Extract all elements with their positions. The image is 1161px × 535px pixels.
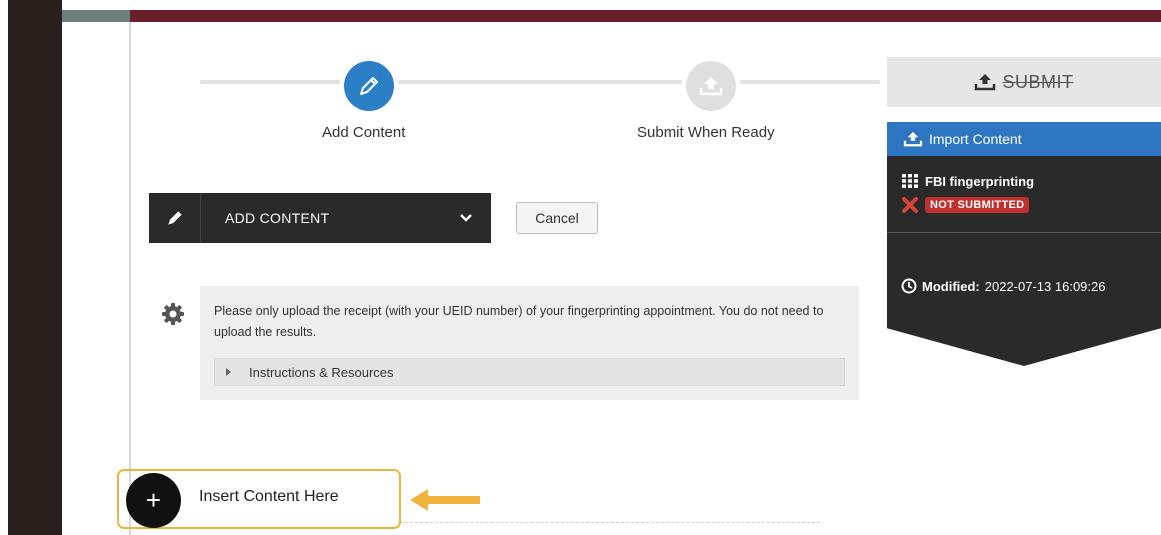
insert-content-button[interactable]: + [126,473,181,528]
cancel-button[interactable]: Cancel [516,202,598,234]
left-sidebar-strip [8,0,62,535]
add-content-label: ADD CONTENT [225,210,330,226]
requirement-status: NOT SUBMITTED [901,196,1030,214]
submit-button-label: SUBMIT [1002,71,1074,92]
upload-icon [975,74,996,91]
clock-icon [901,278,917,294]
step-label-add-content: Add Content [322,124,406,141]
import-content-label: Import Content [929,131,1022,147]
stepper-track-right [740,80,880,84]
upload-icon [903,131,923,147]
import-content-button[interactable]: Import Content [887,122,1161,156]
plus-icon: + [145,485,162,515]
instructions-resources-toggle[interactable]: Instructions & Resources [214,358,845,386]
instructions-resources-label: Instructions & Resources [249,364,394,380]
instructions-box: Please only upload the receipt (with you… [200,286,859,400]
sidebar-header-strip [62,10,130,22]
pencil-icon [167,211,182,225]
step-submit-when-ready[interactable] [686,61,736,111]
stepper-track-left [200,80,340,84]
caret-right-icon [226,368,231,376]
modified-timestamp: Modified: 2022-07-13 16:09:26 [901,278,1105,294]
submit-button[interactable]: SUBMIT [887,57,1161,107]
modified-value: 2022-07-13 16:09:26 [984,278,1106,294]
panel-divider [887,232,1161,233]
add-content-dropdown[interactable]: ADD CONTENT [149,193,491,243]
pencil-icon [360,77,378,95]
grid-icon [902,174,918,188]
arrow-left-icon [410,489,480,511]
insert-content-label[interactable]: Insert Content Here [199,488,339,506]
instructions-text: Please only upload the receipt (with you… [214,304,824,339]
stepper-track-middle [398,80,682,84]
content-divider [129,22,131,535]
status-badge: NOT SUBMITTED [925,197,1030,213]
upload-icon [699,77,723,96]
requirement-title: FBI fingerprinting [925,173,1035,189]
gear-icon[interactable] [161,302,185,331]
insert-divider-line [400,522,820,523]
step-label-submit-when-ready: Submit When Ready [637,124,775,141]
requirement-item: FBI fingerprinting [901,173,1034,189]
modified-label: Modified: [922,278,980,294]
pencil-icon-box [149,193,201,243]
step-add-content[interactable] [344,61,394,111]
chevron-down-icon [441,193,491,243]
top-accent-bar [130,10,1161,22]
x-icon [902,197,918,213]
